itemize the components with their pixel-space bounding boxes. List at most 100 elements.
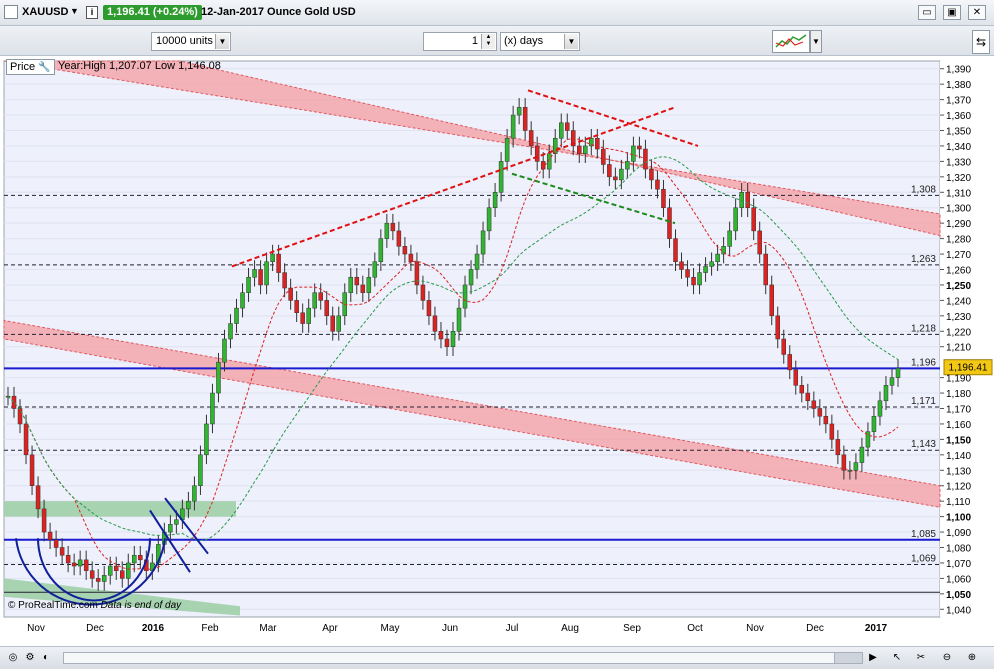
y-tick-label: 1,340 [946, 142, 971, 153]
level-label: 1,069 [911, 553, 936, 564]
y-tick-label: 1,380 [946, 80, 971, 91]
color-palette-icon[interactable]: ◐ [39, 651, 53, 665]
period-spinner[interactable]: ▲ ▼ [481, 34, 495, 49]
x-tick-label: Dec [86, 623, 104, 634]
units-select[interactable]: 10000 units ▼ [151, 32, 231, 51]
x-tick-label: Mar [259, 623, 277, 634]
candle-body [799, 385, 805, 394]
candle-body [679, 261, 684, 270]
candle-body [318, 292, 323, 301]
scissors-icon[interactable]: ✂ [914, 651, 928, 665]
candle-body [246, 276, 251, 293]
period-input[interactable]: 1 ▲ ▼ [423, 32, 497, 51]
y-tick-label: 1,250 [946, 281, 971, 292]
units-value: 10000 units [156, 35, 213, 47]
candle-body [456, 307, 462, 332]
y-tick-label: 1,050 [946, 590, 971, 601]
x-tick-label: Oct [687, 623, 703, 634]
candle-body [216, 361, 221, 394]
price-chart[interactable]: 1,308 1,263 1,218 1,196 1,171 1,143 1,085 1,069… [0, 57, 994, 647]
candle-body [252, 269, 257, 278]
app-icon[interactable] [4, 5, 18, 19]
candle-body [77, 559, 83, 567]
candle-body [312, 292, 317, 309]
y-tick-label: 1,390 [946, 65, 971, 76]
candle-body [583, 145, 588, 154]
candle-body [805, 392, 811, 402]
symbol-dropdown-icon[interactable]: ▼ [70, 6, 79, 16]
camera-icon[interactable]: ◎ [6, 651, 20, 665]
candle-body [619, 168, 624, 181]
candle-body [390, 222, 396, 232]
candle-body [95, 578, 101, 582]
candle-body [41, 508, 47, 533]
candle-body [59, 547, 65, 556]
status-bar: ◎ ⚙ ◐ ▶ ↖ ✂ ⊖ ⊕ [0, 646, 994, 669]
scroll-right-icon[interactable]: ▶ [866, 651, 880, 665]
candle-body [733, 207, 738, 232]
price-tool-button[interactable]: Price 🔧 [6, 59, 55, 75]
y-tick-label: 1,330 [946, 157, 971, 168]
chart-type-dropdown-icon[interactable]: ▼ [810, 30, 822, 53]
credit-note: Data is end of day [100, 600, 182, 611]
x-tick-label: Sep [623, 623, 641, 634]
candle-body [192, 485, 197, 502]
period-unit-select[interactable]: (x) days ▼ [500, 32, 580, 51]
y-tick-label: 1,220 [946, 327, 971, 338]
x-tick-label: Nov [746, 623, 764, 634]
level-label: 1,171 [911, 396, 936, 407]
chart-scrollbar[interactable] [63, 652, 863, 664]
candle-body [516, 107, 522, 116]
y-tick-label: 1,270 [946, 250, 971, 261]
candle-body [354, 276, 360, 286]
symbol-label[interactable]: XAUUSD [22, 6, 68, 18]
candle-body [703, 266, 708, 273]
candle-body [420, 284, 426, 301]
minimize-icon[interactable]: ▭ [918, 5, 936, 20]
candle-body [685, 269, 690, 278]
candle-body [222, 338, 227, 363]
title-bar: XAUUSD ▼ i 1,196.41 (+0.24%) 12-Jan-2017… [0, 0, 994, 26]
chart-type-button[interactable] [772, 30, 810, 53]
candle-body [107, 565, 113, 576]
candle-body [198, 454, 203, 486]
toolbar: 10000 units ▼ 1 ▲ ▼ (x) days ▼ ▼ [0, 26, 994, 56]
cursor-icon[interactable]: ↖ [890, 651, 904, 665]
candle-body [426, 300, 432, 317]
zoom-out-icon[interactable]: ⊖ [940, 651, 954, 665]
level-label: 1,218 [911, 323, 936, 334]
candle-body [528, 130, 534, 147]
candle-body [330, 315, 335, 332]
candle-body [402, 246, 408, 255]
wrench-icon: 🔧 [38, 62, 51, 73]
chevron-down-icon[interactable]: ▼ [215, 34, 229, 49]
period-unit-value: (x) days [504, 35, 544, 47]
level-label: 1,196 [911, 357, 936, 368]
candle-body [835, 439, 841, 456]
candle-body [138, 554, 143, 561]
candle-body [673, 238, 678, 263]
candle-body [53, 539, 59, 548]
y-tick-label: 1,310 [946, 188, 971, 199]
side-panel-toggle-icon[interactable]: ⇆ [972, 30, 990, 54]
candle-body [396, 230, 402, 247]
y-tick-label: 1,260 [946, 266, 971, 277]
y-tick-label: 1,210 [946, 343, 971, 354]
candle-body [126, 562, 131, 579]
maximize-icon[interactable]: ▣ [943, 5, 961, 20]
candle-body [378, 238, 384, 263]
level-label: 1,263 [911, 254, 936, 265]
candle-body [655, 179, 660, 190]
candle-body [793, 369, 799, 386]
x-tick-label: Feb [201, 623, 219, 634]
candle-body [234, 307, 239, 324]
info-icon[interactable]: i [86, 6, 98, 19]
scrollbar-thumb[interactable] [834, 653, 862, 663]
candle-body [745, 192, 750, 208]
chevron-down-icon[interactable]: ▼ [564, 34, 578, 49]
candle-body [282, 272, 287, 289]
candle-body [667, 207, 672, 239]
zoom-in-icon[interactable]: ⊕ [965, 651, 979, 665]
close-icon[interactable]: ✕ [968, 5, 986, 20]
settings-icon[interactable]: ⚙ [23, 651, 37, 665]
